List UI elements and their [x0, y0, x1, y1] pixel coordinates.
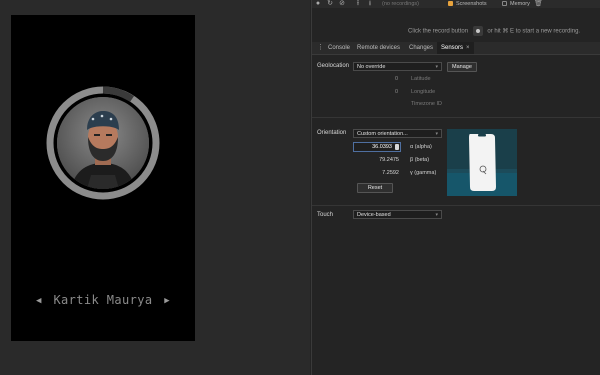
screenshots-label: Screenshots [456, 1, 487, 7]
divider [312, 205, 600, 206]
chevron-down-icon: ▾ [435, 212, 438, 218]
beta-value[interactable]: 79.2475 [359, 157, 399, 163]
triangle-left-icon[interactable]: ◀ [32, 296, 46, 306]
tab-remote-devices[interactable]: Remote devices [357, 42, 400, 54]
orientation-preview[interactable] [447, 129, 517, 196]
record-icon[interactable]: ● [314, 0, 322, 8]
beta-label: β (beta) [410, 157, 430, 163]
longitude-label: Longitude [411, 89, 436, 95]
orientation-label: Orientation [317, 130, 347, 136]
tab-console[interactable]: Console [328, 42, 350, 54]
devtools-panel: ● ↻ ⊘ ⭱ ⭳ (no recordings) Screenshots Me… [311, 0, 600, 375]
geolocation-label: Geolocation [317, 63, 350, 69]
profile-name-row: ◀ Kartik Maurya ▶ [11, 293, 195, 307]
trash-icon[interactable]: 🗑 [534, 0, 543, 8]
orientation-select[interactable]: Custom orientation... ▾ [353, 129, 442, 138]
alpha-input[interactable]: 36.0393 [353, 142, 401, 152]
screenshots-checkbox[interactable] [448, 1, 453, 6]
geolocation-select[interactable]: No override ▾ [353, 62, 442, 71]
phone-orientation-icon [447, 134, 517, 196]
timezone-label: Timezone ID [411, 101, 442, 107]
tab-changes[interactable]: Changes [409, 42, 433, 54]
close-tab-icon[interactable]: × [466, 45, 470, 51]
gamma-label: γ (gamma) [410, 170, 437, 176]
tab-sensors[interactable]: Sensors × [437, 42, 474, 54]
upload-icon[interactable]: ⭱ [354, 0, 362, 8]
record-button-icon[interactable] [472, 26, 483, 36]
device-screen: ◀ Kartik Maurya ▶ [11, 15, 195, 341]
chevron-down-icon: ▾ [435, 64, 438, 70]
avatar-illustration [57, 97, 149, 189]
manage-button[interactable]: Manage [447, 62, 477, 72]
reset-button[interactable]: Reset [357, 183, 393, 193]
clear-icon[interactable]: ⊘ [338, 0, 346, 8]
recording-hint: Click the record button or hit ⌘ E to st… [408, 26, 580, 36]
divider [312, 117, 600, 118]
memory-checkbox[interactable] [502, 1, 507, 6]
device-emulation-area: ◀ Kartik Maurya ▶ [0, 0, 310, 375]
gamma-value[interactable]: 7.2592 [359, 170, 399, 176]
drawer-tabbar: ⋮ Console Remote devices Changes Sensors… [312, 42, 600, 55]
triangle-right-icon[interactable]: ▶ [160, 296, 174, 306]
latitude-label: Latitude [411, 76, 431, 82]
latitude-value[interactable]: 0 [368, 76, 398, 82]
recording-select[interactable]: (no recordings) [382, 0, 419, 8]
longitude-value[interactable]: 0 [368, 89, 398, 95]
profile-name: Kartik Maurya [53, 293, 153, 307]
avatar [57, 97, 149, 189]
memory-label: Memory [510, 1, 530, 7]
touch-label: Touch [317, 212, 334, 218]
spinner-icon[interactable] [395, 144, 399, 150]
chevron-down-icon: ▾ [435, 131, 438, 137]
reload-icon[interactable]: ↻ [326, 0, 334, 8]
alpha-label: α (alpha) [410, 144, 432, 150]
download-icon[interactable]: ⭳ [366, 0, 374, 8]
touch-select[interactable]: Device-based ▾ [353, 210, 442, 219]
sensors-panel: Geolocation No override ▾ Manage 0 Latitu… [312, 55, 600, 375]
performance-toolbar: ● ↻ ⊘ ⭱ ⭳ (no recordings) Screenshots Me… [312, 0, 600, 8]
more-tabs-icon[interactable]: ⋮ [317, 44, 324, 52]
